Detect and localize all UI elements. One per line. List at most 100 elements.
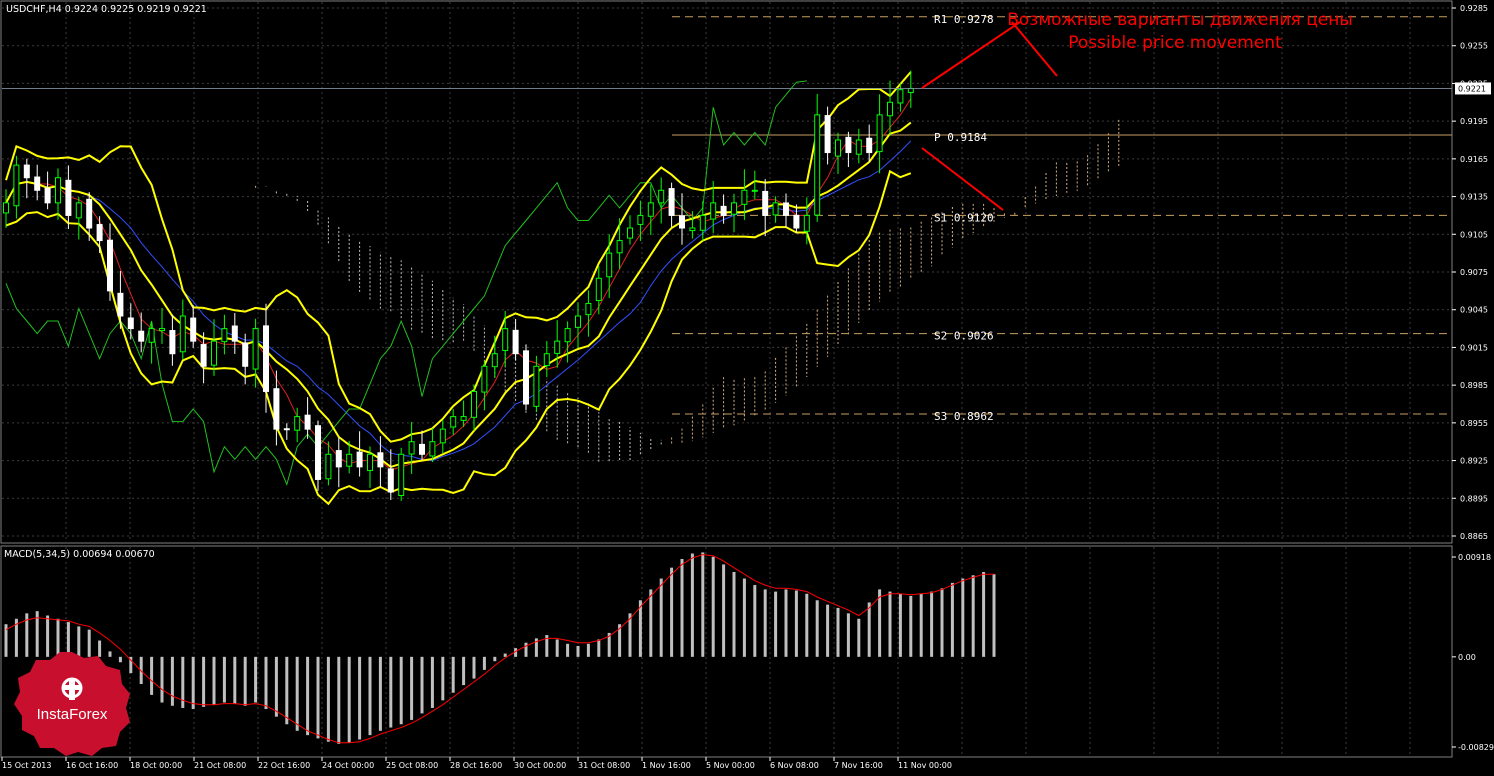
macd-bar <box>150 656 154 695</box>
time-tick-label: 30 Oct 00:00 <box>514 761 566 770</box>
macd-bar <box>316 656 320 739</box>
macd-bar <box>940 588 944 657</box>
macd-bar <box>306 656 310 736</box>
macd-bar <box>670 567 674 657</box>
macd-bar <box>742 578 746 657</box>
macd-bar <box>368 656 372 736</box>
candle-body <box>762 190 769 216</box>
candle-body <box>595 277 602 302</box>
time-tick-label: 1 Nov 16:00 <box>642 761 691 770</box>
annotation-en: Possible price movement <box>1068 33 1282 53</box>
candle-body <box>65 179 72 216</box>
candle-body <box>533 365 540 407</box>
macd-bar <box>170 656 174 706</box>
macd-bar <box>971 575 975 657</box>
candle-body <box>731 202 737 215</box>
candle-body <box>699 214 706 231</box>
candle-body <box>512 329 519 355</box>
macd-bar <box>701 552 705 657</box>
candle-body <box>419 443 425 455</box>
candle-body <box>720 205 727 216</box>
candle-body <box>169 330 176 355</box>
macd-bar <box>732 572 736 657</box>
chart-window[interactable]: R1 0.9278 P 0.9184 S1 0.9120 S2 0.9026 S3 0.… <box>0 0 1494 772</box>
candle-body <box>387 468 394 493</box>
candle-body <box>429 441 436 457</box>
candle-body <box>606 252 613 278</box>
price-tick-label: 0.9255 <box>1460 42 1488 51</box>
candle-body <box>907 87 914 93</box>
logo-text: InstaForex <box>36 706 108 723</box>
candle-body <box>294 416 301 431</box>
candle-body <box>179 315 186 353</box>
candle-body <box>876 114 883 153</box>
macd-bar <box>722 564 726 657</box>
macd-bar <box>857 618 861 657</box>
price-tick-label: 0.9045 <box>1460 306 1488 315</box>
macd-bar <box>919 593 923 657</box>
macd-header: MACD(5,34,5) 0.00694 0.00670 <box>4 549 155 560</box>
candle-body <box>471 390 477 418</box>
candle-body <box>668 188 675 216</box>
macd-bar <box>555 639 559 657</box>
macd-bar <box>586 643 590 657</box>
macd-bar <box>191 656 195 710</box>
price-tick-label: 0.8985 <box>1460 381 1488 390</box>
candle-body <box>554 340 561 354</box>
candle-body <box>304 414 311 430</box>
macd-bar <box>358 656 362 740</box>
candle-body <box>689 227 696 232</box>
macd-bar <box>992 574 996 657</box>
macd-bar <box>836 607 840 657</box>
time-tick-label: 24 Oct 00:00 <box>322 761 374 770</box>
price-tick-label: 0.8895 <box>1460 494 1488 503</box>
candle-body <box>741 189 748 205</box>
macd-bar <box>389 656 393 728</box>
price-tick-label: 0.9195 <box>1460 117 1488 126</box>
candle-body <box>824 115 831 154</box>
time-tick-label: 18 Oct 00:00 <box>130 761 182 770</box>
candle-body <box>710 202 717 220</box>
candle-body <box>408 441 415 455</box>
macd-bar <box>503 653 507 657</box>
macd-bar <box>347 656 351 743</box>
time-tick-label: 21 Oct 08:00 <box>194 761 246 770</box>
pivot-label-s1: S1 0.9120 <box>934 211 994 224</box>
macd-bar <box>264 656 268 710</box>
time-tick-label: 31 Oct 08:00 <box>578 761 630 770</box>
macd-bar <box>430 656 434 708</box>
candle-body <box>523 350 529 405</box>
macd-bar <box>576 645 580 657</box>
candle-body <box>346 453 353 467</box>
pivot-label-r1: R1 0.9278 <box>934 13 994 26</box>
macd-tick-label: 0.00 <box>1458 653 1476 662</box>
time-tick-label: 7 Nov 16:00 <box>834 761 883 770</box>
candle-body <box>367 453 373 471</box>
macd-bar <box>690 553 694 657</box>
macd-bar <box>285 656 289 725</box>
macd-bar <box>326 656 330 742</box>
annotation-ru: Возможные варианты движения цены <box>1007 10 1353 30</box>
candle-body <box>814 114 821 216</box>
candle-body <box>325 453 332 480</box>
macd-bar <box>711 556 715 657</box>
candle-body <box>190 317 197 342</box>
price-tick-label: 0.8925 <box>1460 457 1488 466</box>
price-tick-label: 0.9285 <box>1460 4 1488 13</box>
macd-bar <box>233 656 237 704</box>
price-chart-canvas[interactable]: R1 0.9278 P 0.9184 S1 0.9120 S2 0.9026 S3 0.… <box>0 0 1494 772</box>
candle-body <box>315 425 321 480</box>
macd-bar <box>815 600 819 657</box>
price-tick-label: 0.9135 <box>1460 193 1488 202</box>
price-tick-label: 0.9015 <box>1460 343 1488 352</box>
macd-bar <box>898 593 902 657</box>
candle-body <box>211 340 217 366</box>
candle-body <box>263 325 269 392</box>
candle-body <box>658 189 665 204</box>
macd-bar <box>212 656 216 705</box>
macd-bar <box>930 591 934 657</box>
candle-body <box>491 353 498 368</box>
candle-body <box>335 450 342 468</box>
macd-bar <box>222 656 226 703</box>
macd-bar <box>826 604 830 657</box>
